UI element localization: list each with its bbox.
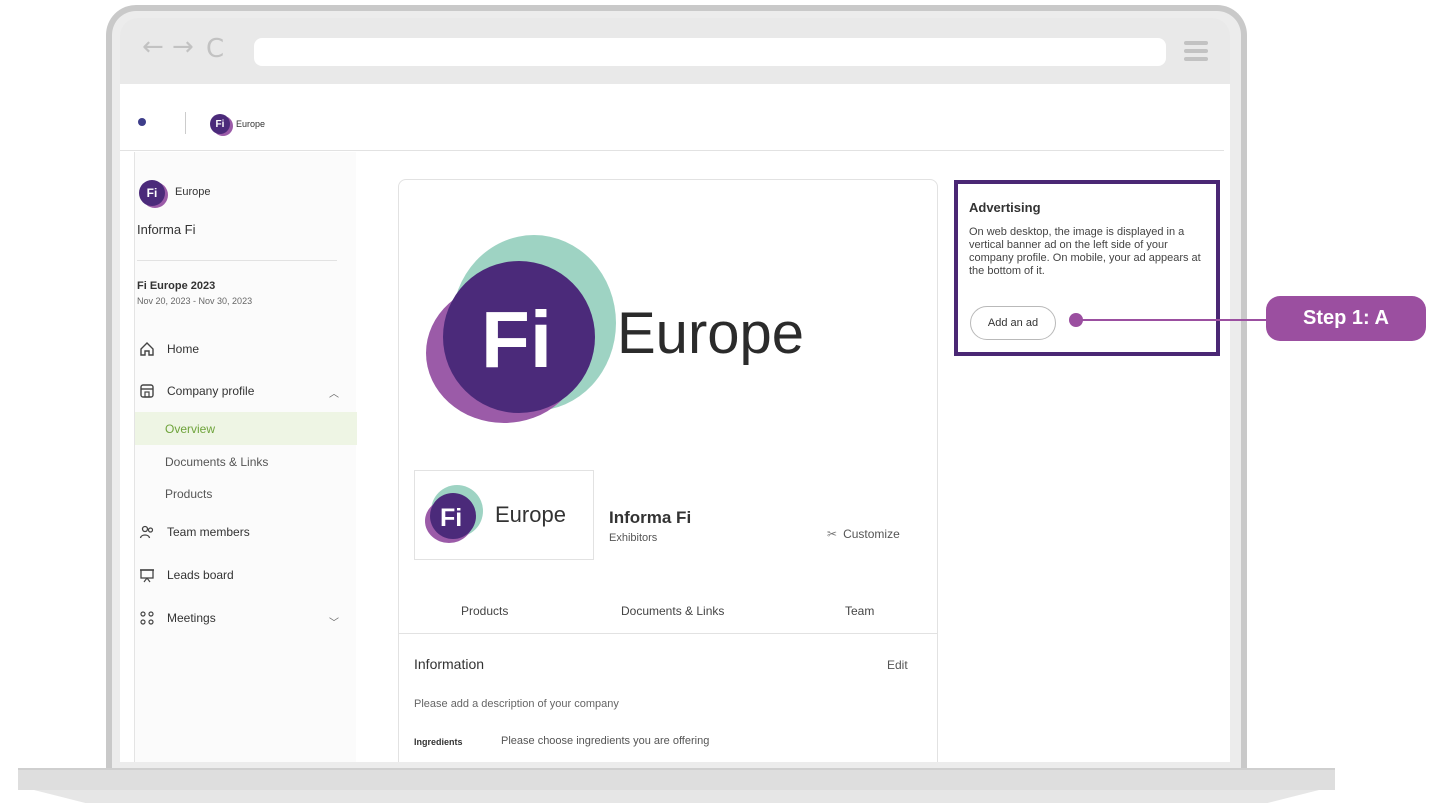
sidebar: Fi Europe Informa Fi Fi Europe 2023 Nov …: [134, 152, 357, 762]
ingredients-label: Ingredients: [414, 737, 463, 747]
callout-dot: [1069, 313, 1083, 327]
svg-text:Fi: Fi: [481, 295, 552, 384]
sidebar-item-label: Home: [167, 342, 200, 356]
edit-information-button[interactable]: Edit: [887, 658, 908, 672]
advertising-heading: Advertising: [969, 200, 1041, 215]
advertising-panel: Advertising On web desktop, the image is…: [954, 180, 1220, 356]
chevron-down-icon[interactable]: ﹀: [329, 614, 339, 629]
exhibitor-label: Europe: [175, 186, 211, 198]
divider: [137, 260, 337, 261]
topbar-brand-label: Europe: [236, 119, 266, 129]
sidebar-item-leads-board[interactable]: Leads board: [139, 567, 234, 583]
sidebar-subitem-overview[interactable]: Overview: [165, 422, 215, 436]
company-profile-card: Fi Europe Fi Europe Informa Fi Exhibitor…: [398, 179, 938, 762]
topbar-divider: [185, 112, 186, 134]
step-callout: Step 1: A: [1266, 296, 1426, 341]
store-icon: [140, 384, 154, 398]
address-bar[interactable]: [254, 38, 1166, 66]
informa-logo-icon: [138, 118, 146, 126]
sidebar-item-label: Leads board: [167, 568, 234, 582]
add-ad-button[interactable]: Add an ad: [970, 306, 1056, 340]
sidebar-subitem-documents-links[interactable]: Documents & Links: [165, 455, 268, 469]
callout-connector: [1080, 319, 1270, 321]
browser-menu-icon[interactable]: [1184, 41, 1208, 61]
profile-tabs: Products Documents & Links Team: [399, 598, 937, 634]
sidebar-company-name: Informa Fi: [137, 222, 196, 237]
back-arrow-icon[interactable]: ←: [142, 34, 164, 60]
meeting-icon: [140, 611, 154, 625]
sidebar-item-team-members[interactable]: Team members: [139, 524, 250, 540]
svg-text:Fi: Fi: [440, 504, 462, 532]
sidebar-item-label: Team members: [167, 525, 250, 539]
tab-team[interactable]: Team: [845, 604, 874, 618]
sidebar-item-label: Meetings: [167, 611, 216, 625]
fi-logo-icon: Fi: [139, 180, 165, 206]
advertising-description: On web desktop, the image is displayed i…: [969, 226, 1201, 277]
information-heading: Information: [414, 656, 485, 672]
reload-icon[interactable]: C: [206, 36, 224, 62]
customize-button[interactable]: ✂ Customize: [827, 527, 900, 541]
sidebar-subitem-products[interactable]: Products: [165, 487, 212, 501]
company-name: Informa Fi: [609, 508, 692, 527]
magic-wand-icon: ✂: [827, 527, 838, 541]
information-description: Please add a description of your company: [414, 698, 619, 710]
sidebar-item-home[interactable]: Home: [139, 341, 199, 357]
event-dates: Nov 20, 2023 - Nov 30, 2023: [137, 296, 253, 306]
event-name: Fi Europe 2023: [137, 280, 216, 292]
tab-products[interactable]: Products: [461, 604, 508, 618]
fi-logo-icon: Fi: [210, 114, 230, 134]
presentation-icon: [140, 569, 154, 583]
company-type: Exhibitors: [609, 532, 658, 544]
laptop-base-edge: [34, 790, 1319, 803]
laptop-base: [18, 768, 1335, 790]
sidebar-item-company-profile[interactable]: Company profile: [139, 383, 254, 399]
company-logo-thumbnail[interactable]: Fi Europe: [414, 470, 594, 560]
tab-documents-links[interactable]: Documents & Links: [621, 604, 724, 618]
hero-brand-text: Europe: [617, 301, 805, 366]
ingredients-value[interactable]: Please choose ingredients you are offeri…: [501, 735, 709, 747]
home-icon: [140, 342, 154, 356]
forward-arrow-icon[interactable]: →: [172, 34, 194, 60]
app-topbar: Fi Europe: [120, 84, 1224, 151]
sidebar-item-label: Company profile: [167, 384, 255, 398]
logo-brand-text: Europe: [495, 502, 566, 527]
sidebar-item-meetings[interactable]: Meetings: [139, 610, 216, 626]
fi-logo-icon: Fi: [425, 485, 483, 543]
app-screen: Fi Europe Fi Europe Informa Fi Fi Europe…: [120, 84, 1230, 762]
users-icon: [139, 525, 154, 539]
chevron-up-icon[interactable]: ︿: [329, 385, 339, 400]
customize-label: Customize: [843, 527, 900, 541]
